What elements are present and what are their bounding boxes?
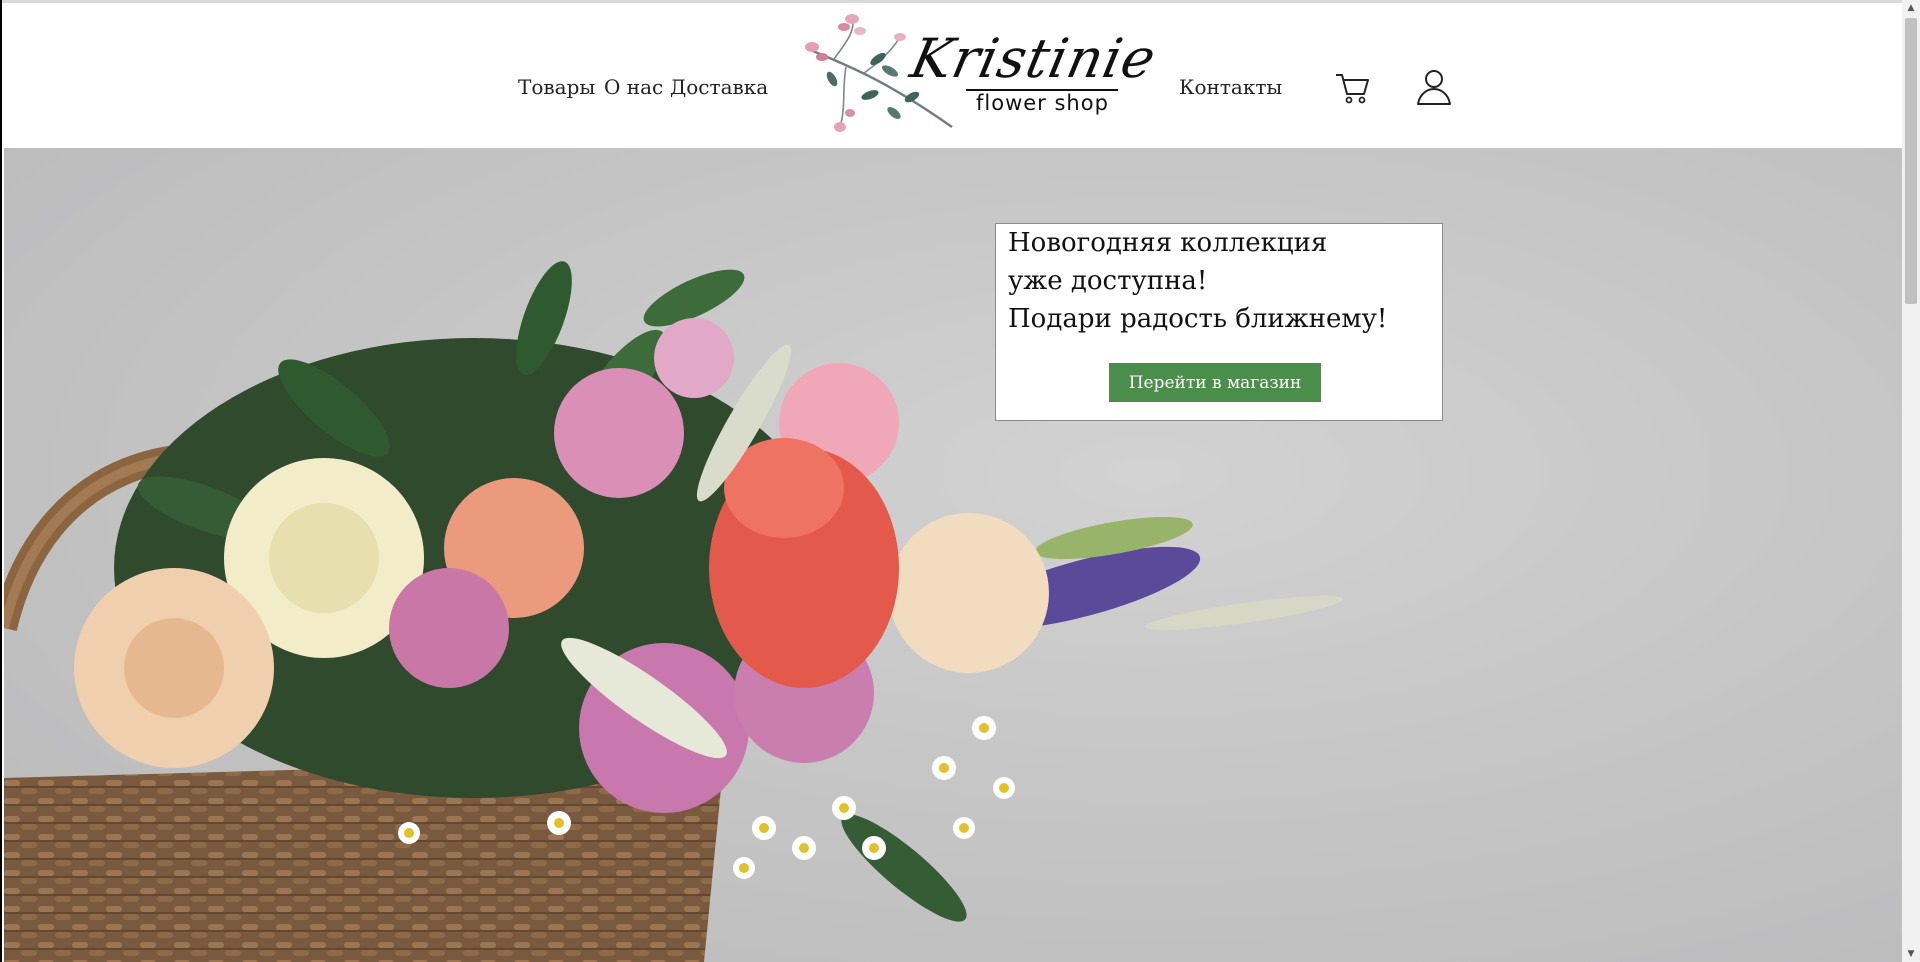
flower-basket-photo: [4, 261, 1344, 962]
scroll-up-arrow-icon[interactable]: ▲: [1902, 0, 1920, 16]
promo-line-3: Подари радость ближнему!: [1008, 304, 1388, 334]
nav-link-contacts[interactable]: Контакты: [1179, 75, 1282, 99]
page: Товары О нас Доставка Kristinie flower s…: [0, 0, 1904, 962]
site-logo[interactable]: Kristinie flower shop: [794, 9, 1162, 137]
go-to-shop-button[interactable]: Перейти в магазин: [1109, 363, 1321, 402]
promo-line-1: Новогодняя коллекция: [1008, 228, 1328, 258]
user-account-icon: [1417, 70, 1451, 105]
user-account-button[interactable]: [1414, 67, 1454, 107]
nav-link-products[interactable]: Товары: [518, 75, 595, 99]
logo-script-text: Kristinie: [905, 27, 1162, 90]
scroll-down-arrow-icon[interactable]: ▼: [1902, 946, 1920, 962]
vertical-scrollbar[interactable]: ▲ ▼: [1902, 0, 1920, 962]
cart-button[interactable]: [1332, 67, 1372, 107]
scroll-thumb[interactable]: [1905, 18, 1917, 304]
nav-link-about[interactable]: О нас: [604, 75, 663, 99]
promo-line-2: уже доступна!: [1008, 266, 1208, 296]
site-header: Товары О нас Доставка Kristinie flower s…: [4, 3, 1904, 148]
hero-banner: Новогодняя коллекция уже доступна! Подар…: [4, 148, 1904, 962]
promo-box: Новогодняя коллекция уже доступна! Подар…: [995, 223, 1443, 421]
nav-link-delivery[interactable]: Доставка: [670, 75, 768, 99]
logo-subtitle: flower shop: [976, 91, 1109, 115]
shopping-cart-icon: [1336, 74, 1369, 104]
